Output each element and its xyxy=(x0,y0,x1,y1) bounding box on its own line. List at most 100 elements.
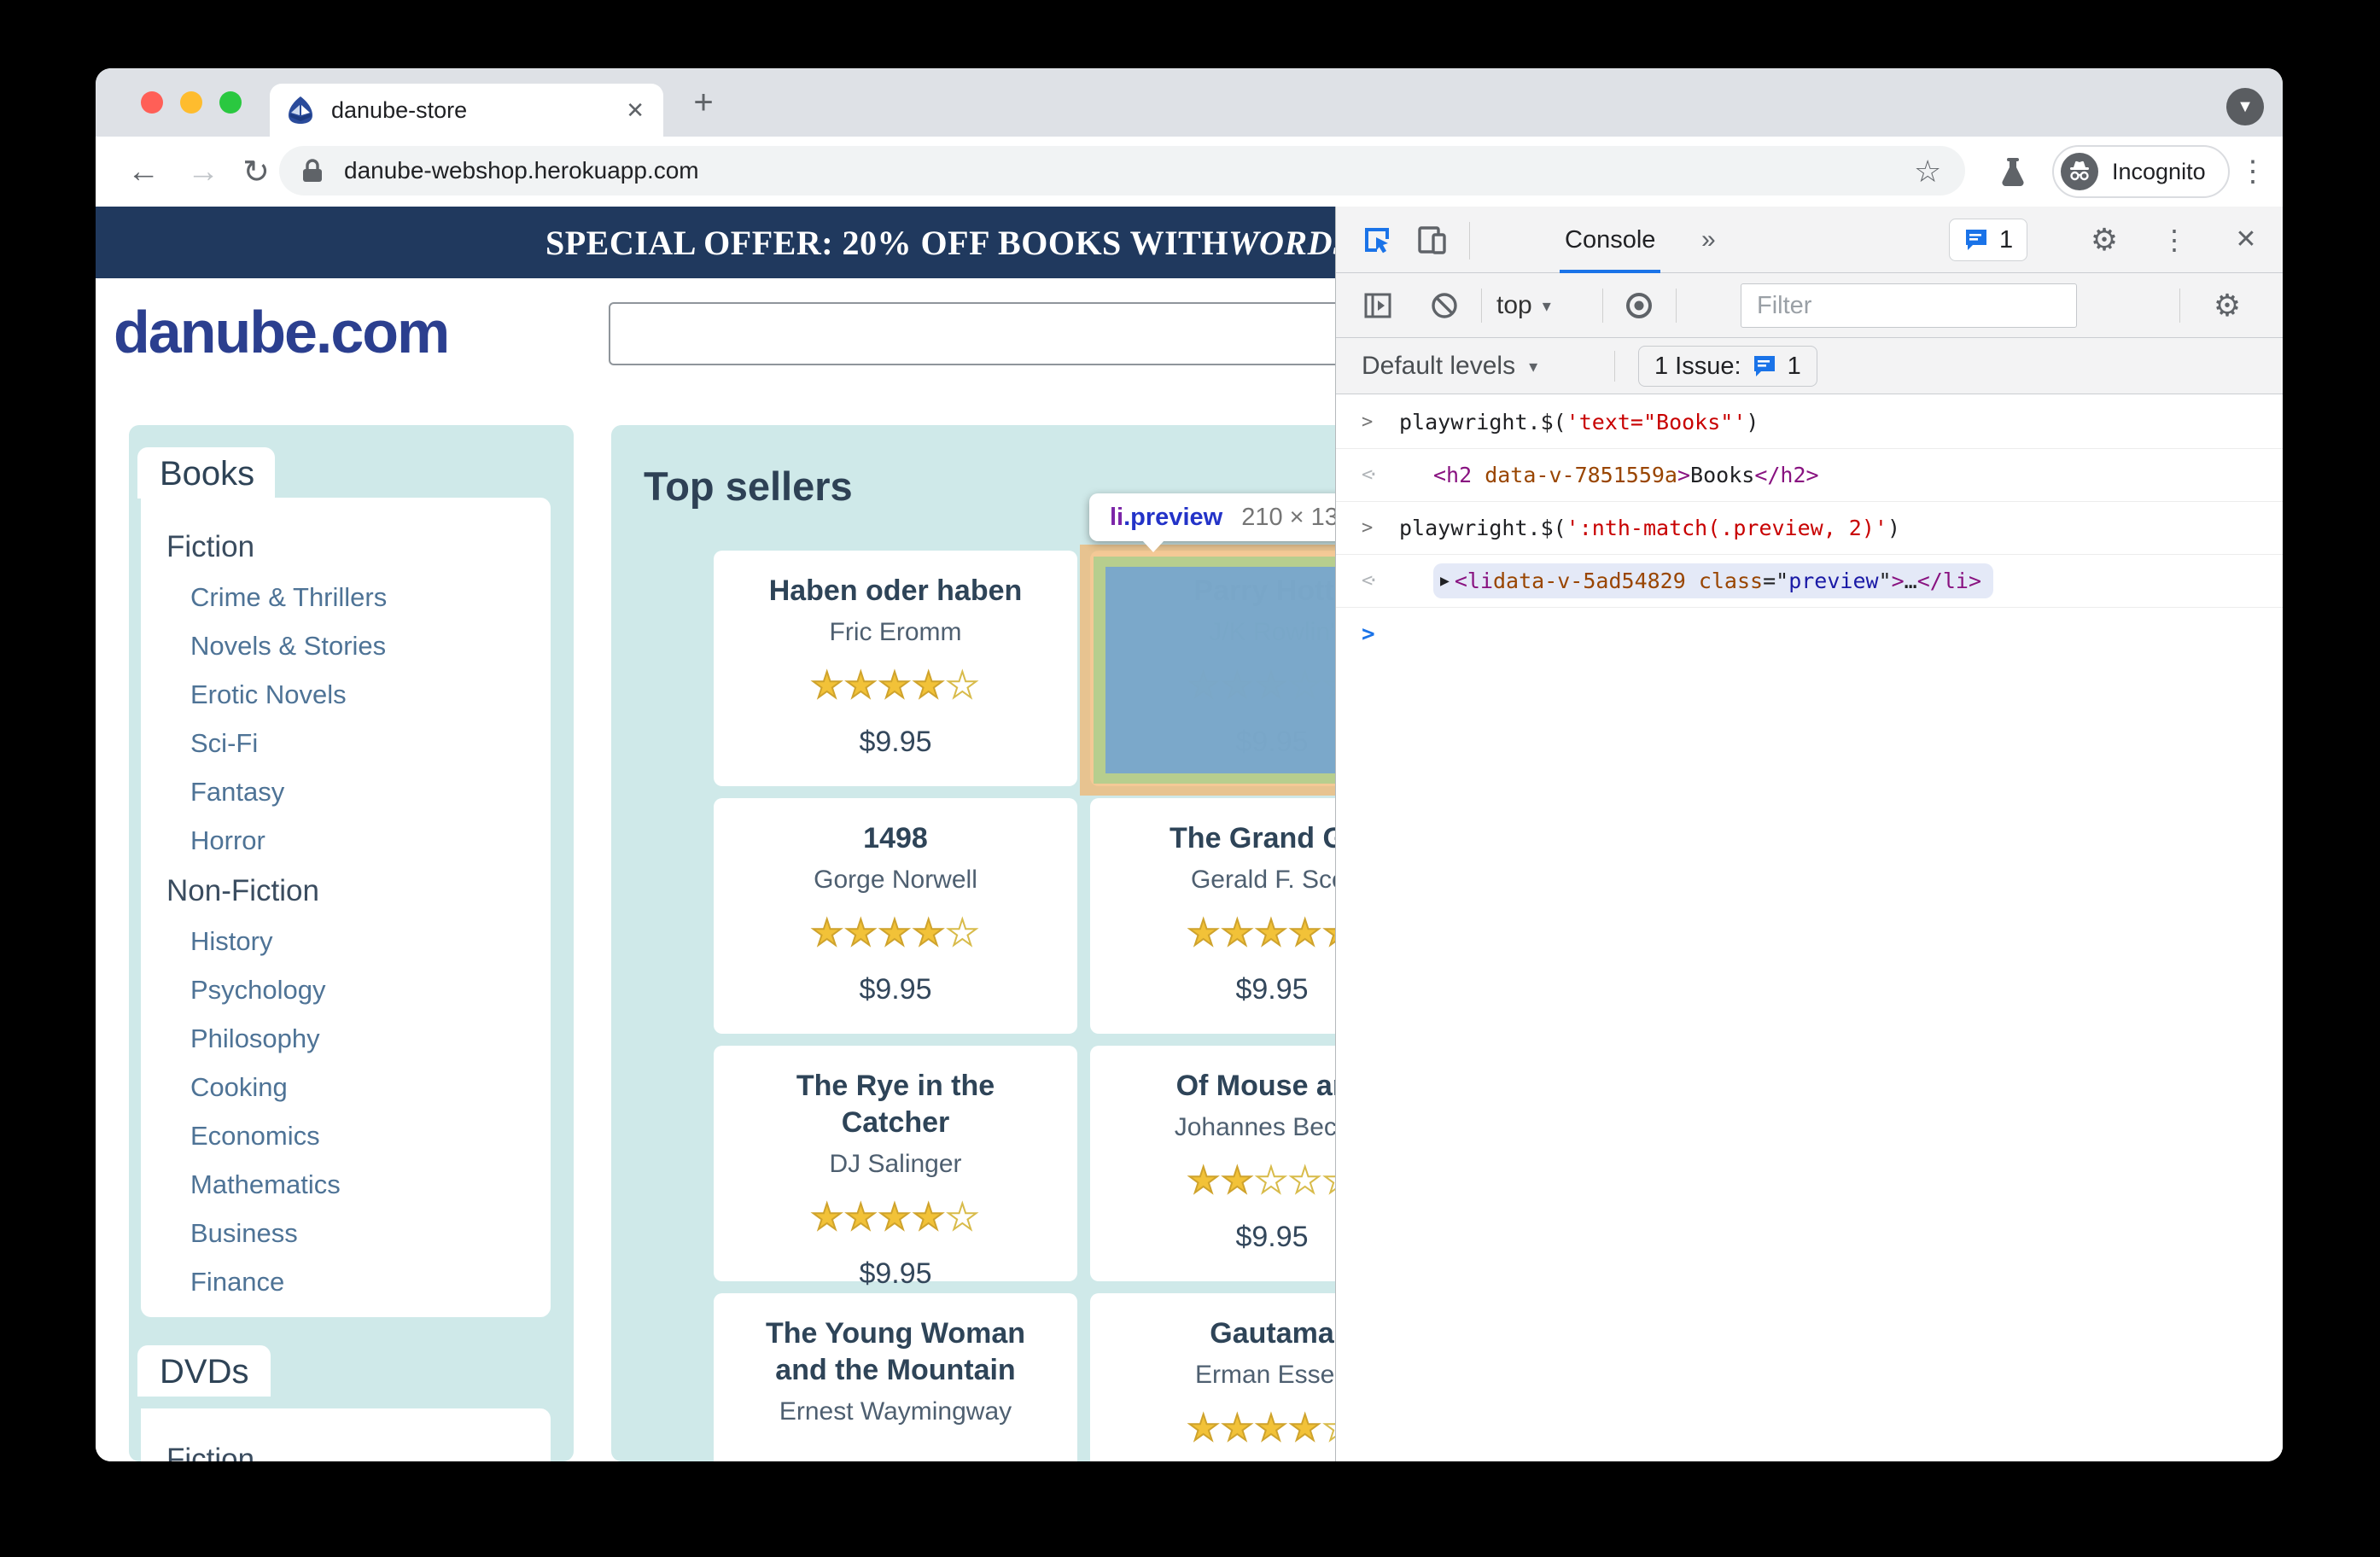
console-prompt-icon: > xyxy=(1362,621,1375,647)
star-icon: ★ xyxy=(945,1196,981,1237)
star-icon: ★ xyxy=(1187,912,1222,953)
log-levels-dropdown[interactable]: Default levels ▾ xyxy=(1362,338,1537,394)
issues-badge[interactable]: 1 Issue: 1 xyxy=(1638,346,1817,387)
incognito-badge[interactable]: Incognito xyxy=(2052,145,2230,198)
forward-button[interactable]: → xyxy=(178,137,229,207)
console-settings-icon[interactable]: ⚙ xyxy=(2207,273,2248,337)
input-chevron-icon: > xyxy=(1362,517,1374,539)
star-icon: ★ xyxy=(1254,1407,1289,1448)
console-messages-badge[interactable]: 1 xyxy=(1949,219,2028,261)
star-icon: ★ xyxy=(1187,1407,1222,1448)
sidebar-category-link[interactable]: Philosophy xyxy=(190,1023,551,1054)
tab-search-button[interactable]: ▼ xyxy=(2226,88,2264,125)
expand-triangle-icon[interactable]: ▶ xyxy=(1440,572,1450,590)
devtools-header: Console » 1 ⚙ ⋮ ✕ xyxy=(1336,207,2283,273)
selected-node-highlight[interactable]: ▶ <li data-v-5ad54829 class =" preview " >… </… xyxy=(1433,563,1993,598)
sidebar-category-link[interactable]: Crime & Thrillers xyxy=(190,582,551,613)
book-card[interactable]: The Rye in the Catcher DJ Salinger ★★★★★ $9… xyxy=(714,1046,1077,1290)
console-prompt-row[interactable]: > xyxy=(1336,608,2283,661)
book-author: Gerald F. Scot xyxy=(1190,865,1335,894)
result-arrow-icon: <· xyxy=(1362,570,1380,592)
book-card[interactable]: 1498 Gorge Norwell ★★★★★ $9.95 xyxy=(714,798,1077,1034)
book-card[interactable]: The Young Woman and the Mountain Ernest W… xyxy=(714,1293,1077,1461)
clear-console-icon[interactable] xyxy=(1425,273,1464,337)
console-input-row[interactable]: > playwright.$('text="Books"') xyxy=(1336,396,2283,449)
book-title: Of Mouse and xyxy=(1175,1070,1335,1102)
sidebar-category-link[interactable]: Sci-Fi xyxy=(190,728,551,759)
sidebar-category-link[interactable]: Novels & Stories xyxy=(190,631,551,662)
sidebar-category-link[interactable]: Fantasy xyxy=(190,777,551,808)
browser-menu-icon[interactable]: ⋮ xyxy=(2234,137,2272,207)
close-window-button[interactable] xyxy=(141,91,163,114)
sidebar-category-link[interactable]: Business xyxy=(190,1218,551,1249)
inspect-element-icon[interactable] xyxy=(1356,207,1397,272)
bookmark-star-icon[interactable]: ☆ xyxy=(1914,137,1941,207)
star-icon: ★ xyxy=(1221,912,1256,953)
console-entry-text: <h2 data-v-7851559a>Books</h2> xyxy=(1433,463,1819,487)
inspect-tooltip: li.preview 210 × 130 xyxy=(1089,493,1335,552)
site-header: danube.com xyxy=(96,278,1335,401)
sidebar-category-link[interactable]: Cooking xyxy=(190,1072,551,1103)
console-log[interactable]: > playwright.$('text="Books"') <· <h2 data-… xyxy=(1336,396,2283,1461)
back-button[interactable]: ← xyxy=(118,137,169,207)
divider xyxy=(1676,289,1677,323)
devtools-panel: Console » 1 ⚙ ⋮ ✕ top ▾ Filter ⚙ Default… xyxy=(1335,207,2283,1461)
devtools-settings-icon[interactable]: ⚙ xyxy=(2084,207,2125,272)
book-card[interactable]: Of Mouse andJohannes Beckst★★★★★$9.95 xyxy=(1090,1046,1335,1281)
sidebar-category-link[interactable]: Horror xyxy=(190,825,551,856)
devtools-close-icon[interactable]: ✕ xyxy=(2225,207,2266,272)
reload-button[interactable]: ↻ xyxy=(230,137,282,207)
dvds-category-panel: Fiction xyxy=(141,1408,551,1461)
sidebar-category-link[interactable]: History xyxy=(190,926,551,957)
dvds-category-tab[interactable]: DVDs xyxy=(137,1345,271,1397)
console-result-row: <· <h2 data-v-7851559a>Books</h2> xyxy=(1336,449,2283,502)
inspect-overlay-padding xyxy=(1094,557,1335,784)
book-price: $9.95 xyxy=(1235,972,1309,1006)
book-rating: ★★★★★ xyxy=(810,912,981,953)
search-input[interactable] xyxy=(609,302,1335,365)
console-toolbar: top ▾ ⚙ xyxy=(1336,273,2283,338)
star-icon: ★ xyxy=(810,912,845,953)
sidebar-category-link[interactable]: Economics xyxy=(190,1121,551,1152)
console-result-row: <· ▶ <li data-v-5ad54829 class =" preview " >…… xyxy=(1336,555,2283,608)
browser-window: danube-store ✕ + ▼ ← → ↻ danube-webshop.… xyxy=(96,68,2283,1461)
book-price: $9.95 xyxy=(859,972,932,1006)
tab-console[interactable]: Console xyxy=(1551,207,1669,273)
new-tab-button[interactable]: + xyxy=(681,80,726,125)
divider xyxy=(2179,289,2180,323)
console-sidebar-toggle-icon[interactable] xyxy=(1358,273,1397,337)
console-filter-input[interactable] xyxy=(1741,283,2077,328)
console-input-row[interactable]: > playwright.$(':nth-match(.preview, 2)') xyxy=(1336,502,2283,555)
category-section-label: Fiction xyxy=(166,1443,255,1461)
browser-tab[interactable]: danube-store ✕ xyxy=(270,84,663,137)
star-icon: ★ xyxy=(1254,1159,1289,1200)
flask-icon[interactable] xyxy=(1996,155,2030,190)
more-tabs-icon[interactable]: » xyxy=(1701,207,1716,273)
chevron-down-icon: ▾ xyxy=(1542,296,1551,316)
site-logo[interactable]: danube.com xyxy=(114,298,450,366)
sidebar-category-link[interactable]: Mathematics xyxy=(190,1169,551,1200)
inspect-tooltip-dimensions: 210 × 130 xyxy=(1241,503,1335,531)
books-category-tab[interactable]: Books xyxy=(137,447,275,499)
address-bar[interactable]: danube-webshop.herokuapp.com xyxy=(279,146,1965,195)
star-icon: ★ xyxy=(945,912,981,953)
minimize-window-button[interactable] xyxy=(180,91,202,114)
star-icon: ★ xyxy=(844,912,879,953)
live-expression-eye-icon[interactable] xyxy=(1618,273,1660,337)
book-card[interactable]: The Grand GroGerald F. Scot★★★★★$9.95 xyxy=(1090,798,1335,1034)
star-icon: ★ xyxy=(1187,1159,1222,1200)
sidebar-category-link[interactable]: Erotic Novels xyxy=(190,679,551,710)
execution-context-selector[interactable]: top ▾ xyxy=(1496,273,1551,338)
sidebar-category-link[interactable]: Finance xyxy=(190,1267,551,1298)
maximize-window-button[interactable] xyxy=(219,91,242,114)
devtools-menu-icon[interactable]: ⋮ xyxy=(2155,207,2193,272)
divider xyxy=(1602,289,1603,323)
book-card[interactable]: GautamaErman Essen★★★★★ xyxy=(1090,1293,1335,1461)
star-icon: ★ xyxy=(1288,1407,1323,1448)
sidebar-category-link[interactable]: Psychology xyxy=(190,975,551,1006)
book-card[interactable]: Haben oder haben Fric Eromm ★★★★★ $9.95 xyxy=(714,551,1077,786)
star-icon: ★ xyxy=(878,1196,913,1237)
star-icon: ★ xyxy=(945,664,981,705)
device-toolbar-icon[interactable] xyxy=(1411,207,1452,272)
tab-close-icon[interactable]: ✕ xyxy=(626,97,645,124)
